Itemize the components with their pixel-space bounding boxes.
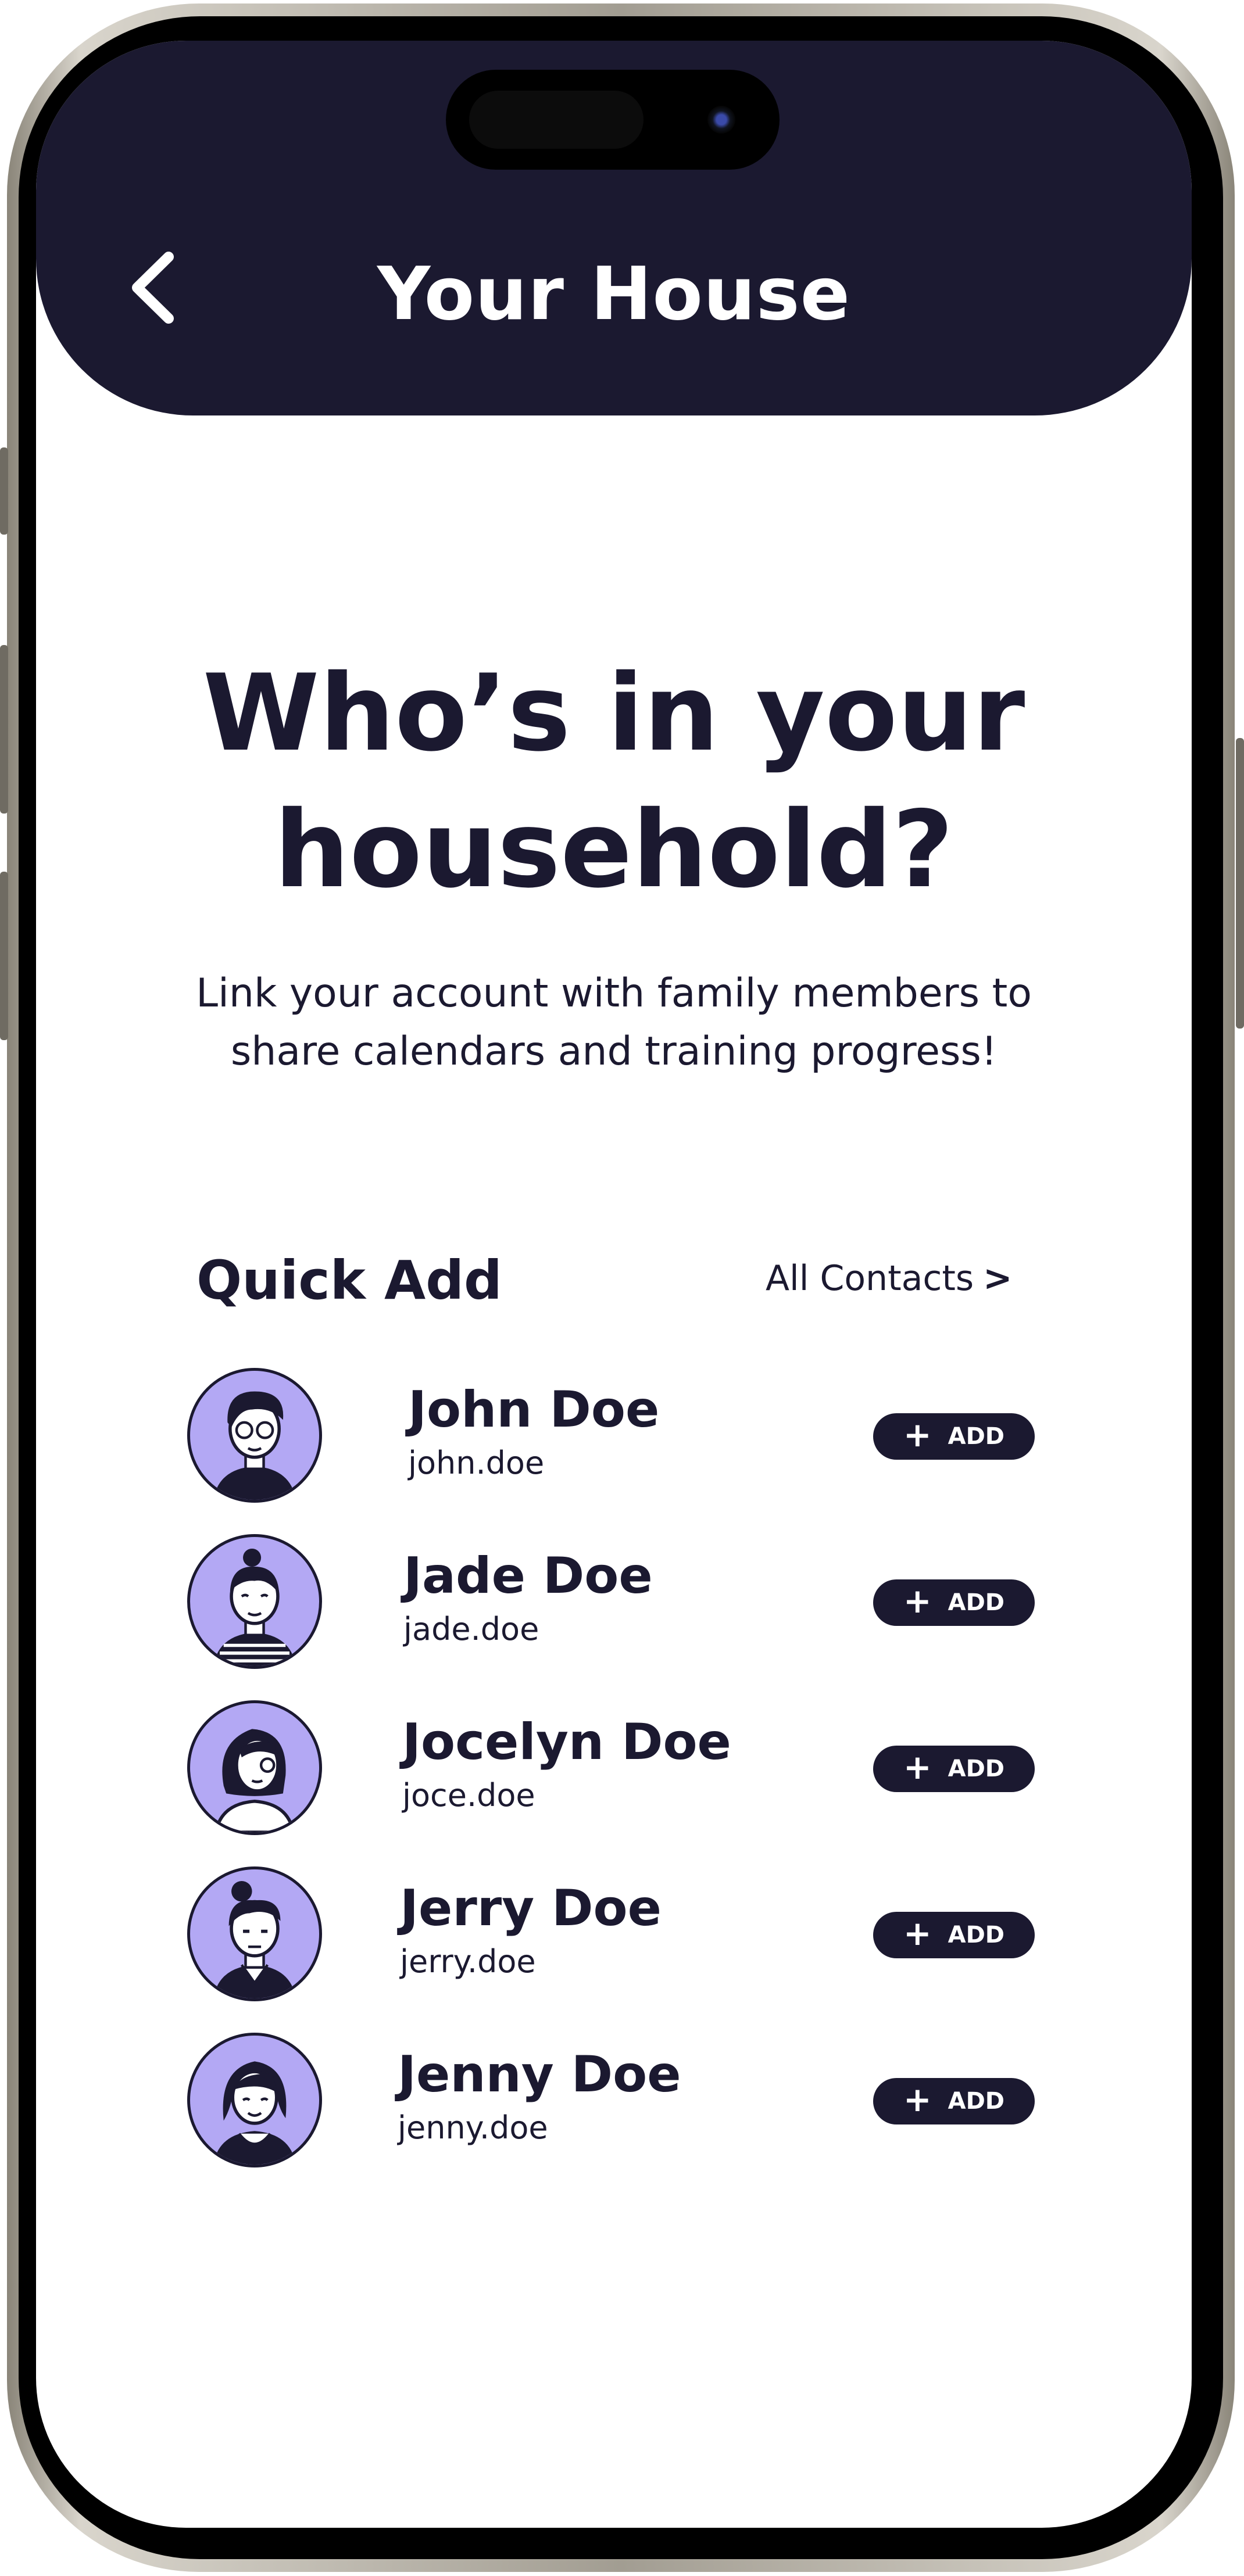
person-icon [213, 2061, 296, 2165]
power-button [1236, 738, 1244, 1029]
add-contact-button[interactable]: + ADD [873, 1579, 1035, 1626]
volume-up-button [0, 645, 8, 814]
plus-icon: + [903, 2080, 932, 2119]
avatar [187, 1368, 322, 1503]
contact-name: Jenny Doe [398, 2045, 681, 2104]
app-screen: Your House Who’s in your household? Link… [36, 41, 1192, 2528]
plus-icon: + [903, 1415, 932, 1454]
add-label: ADD [948, 2088, 1005, 2115]
plus-icon: + [903, 1581, 932, 1621]
contact-handle: joce.doe [402, 1777, 535, 1814]
plus-icon: + [903, 1747, 932, 1787]
person-icon [214, 1729, 295, 1832]
contact-row: Jenny Doe jenny.doe + ADD [187, 2033, 1071, 2172]
add-label: ADD [948, 1589, 1005, 1616]
camera-icon [707, 106, 735, 134]
avatar [187, 1700, 322, 1835]
add-label: ADD [948, 1423, 1005, 1450]
headline-line-1: Who’s in your [202, 651, 1025, 775]
dynamic-island [446, 70, 780, 170]
avatar [187, 1534, 322, 1669]
add-contact-button[interactable]: + ADD [873, 1413, 1035, 1460]
contact-handle: jerry.doe [400, 1943, 536, 1980]
contact-row: Jerry Doe jerry.doe + ADD [187, 1866, 1071, 2006]
page-title: Your House [377, 251, 851, 336]
add-contact-button[interactable]: + ADD [873, 2078, 1035, 2124]
contact-name: Jocelyn Doe [402, 1713, 731, 1771]
contact-row: Jocelyn Doe joce.doe + ADD [187, 1700, 1071, 1840]
volume-down-button [0, 872, 8, 1040]
contact-handle: jenny.doe [398, 2109, 548, 2146]
person-icon [213, 1391, 296, 1500]
subtitle-line-1: Link your account with family members to [196, 970, 1032, 1016]
add-label: ADD [948, 1922, 1005, 1948]
contact-row: John Doe john.doe + ADD [187, 1368, 1071, 1507]
add-contact-button[interactable]: + ADD [873, 1746, 1035, 1792]
header-bar: Your House [36, 41, 1192, 415]
all-contacts-link[interactable]: All Contacts > [766, 1258, 1012, 1299]
subtitle-line-2: share calendars and training progress! [230, 1029, 998, 1074]
add-label: ADD [948, 1755, 1005, 1782]
contact-handle: jade.doe [403, 1611, 539, 1647]
headline: Who’s in your household? [36, 645, 1192, 918]
add-contact-button[interactable]: + ADD [873, 1912, 1035, 1958]
contact-name: Jade Doe [403, 1547, 653, 1605]
person-icon [213, 1880, 296, 1998]
chevron-right-icon: > [983, 1258, 1013, 1299]
contact-name: Jerry Doe [400, 1879, 662, 1937]
action-button [0, 447, 8, 535]
headline-line-2: household? [274, 788, 954, 911]
island-sensor [469, 91, 644, 149]
subtitle: Link your account with family members to… [36, 965, 1192, 1081]
contact-row: Jade Doe jade.doe + ADD [187, 1534, 1071, 1674]
avatar [187, 1866, 322, 2001]
contact-handle: john.doe [408, 1445, 545, 1481]
contact-name: John Doe [408, 1381, 660, 1439]
avatar [187, 2033, 322, 2167]
person-icon [213, 1548, 296, 1666]
plus-icon: + [903, 1914, 932, 1953]
quick-add-title: Quick Add [196, 1249, 502, 1312]
all-contacts-label: All Contacts [766, 1258, 974, 1299]
